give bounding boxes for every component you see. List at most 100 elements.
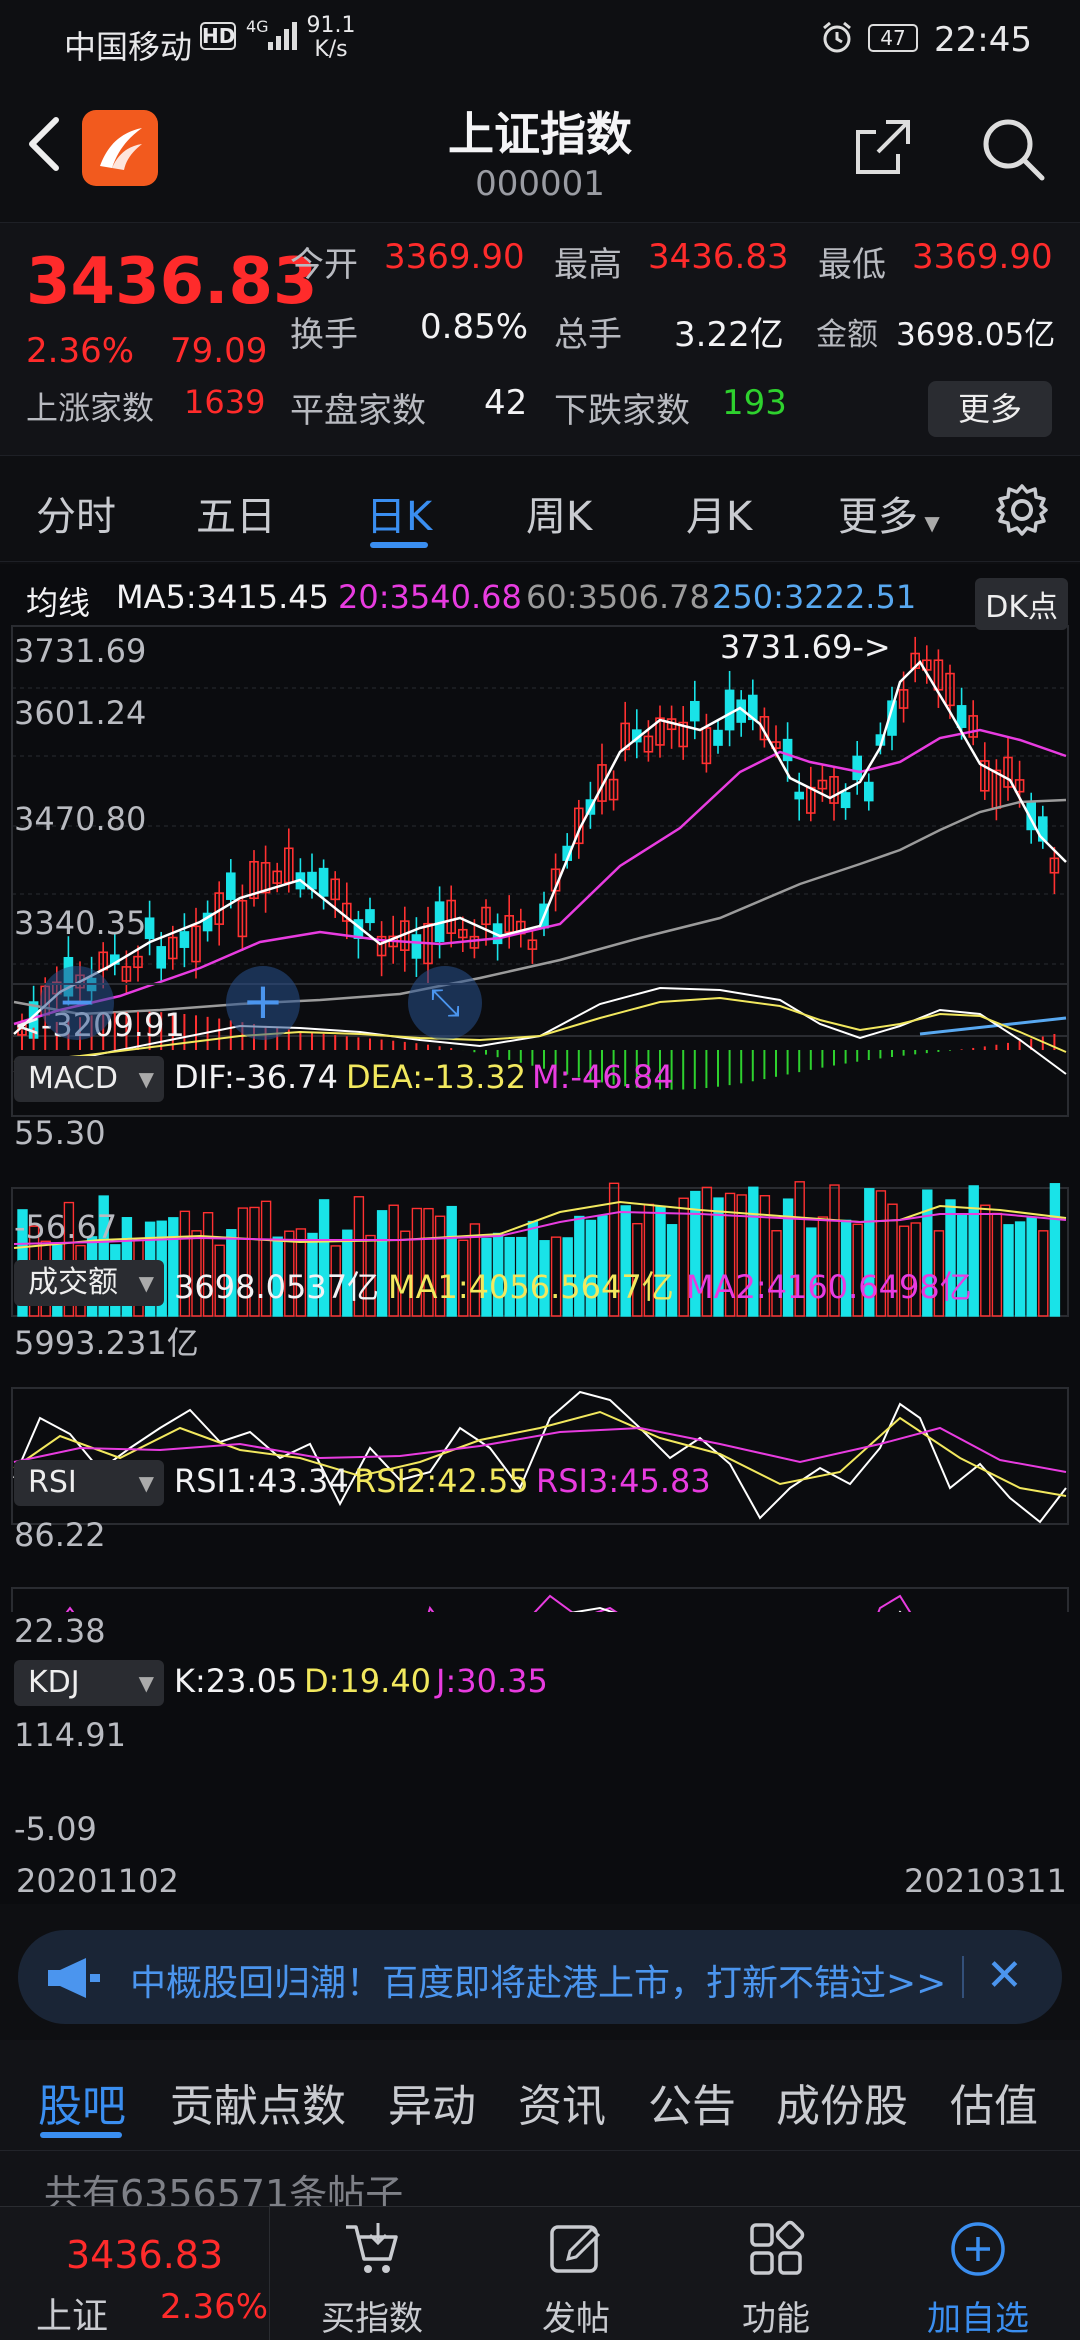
tab-contribution[interactable]: 贡献点数 <box>170 2070 346 2134</box>
zoom-out-button[interactable]: − <box>40 966 114 1040</box>
ma250-value: 250:3222.51 <box>712 578 917 616</box>
buy-index-label: 买指数 <box>321 2299 423 2339</box>
rise-value: 1639 <box>184 383 266 421</box>
open-label: 今开 <box>290 245 358 285</box>
macd-frame <box>11 983 1069 1117</box>
ma20-line <box>13 728 1067 1026</box>
macd-selector[interactable]: MACD ▼ <box>14 1056 164 1102</box>
candle-body <box>365 909 375 924</box>
candle-body <box>318 867 329 897</box>
grid-icon <box>750 2220 805 2275</box>
functions-button[interactable]: 功能 <box>676 2207 876 2340</box>
section-tabs: 股吧 贡献点数 异动 资讯 公告 成份股 估值 <box>0 2040 1080 2150</box>
candle-body <box>411 934 422 959</box>
active-tab-indicator <box>370 542 428 548</box>
chevron-down-icon: ▼ <box>138 1471 154 1495</box>
candle-body <box>840 792 851 809</box>
volume-value: 3.22亿 <box>674 315 784 355</box>
tab-announcements[interactable]: 公告 <box>648 2070 736 2134</box>
high-value: 3436.83 <box>648 237 789 277</box>
tab-daily-k[interactable]: 日K <box>366 484 432 542</box>
chevron-down-icon: ▼ <box>138 1067 154 1091</box>
add-watchlist-button[interactable]: 加自选 <box>878 2207 1078 2340</box>
tab-news[interactable]: 资讯 <box>518 2070 606 2134</box>
change-percent: 2.36% <box>26 331 135 371</box>
post-button[interactable]: 发帖 <box>476 2207 676 2340</box>
candle-body <box>782 738 793 762</box>
rsi-y-top: 86.22 <box>14 1516 106 1554</box>
page-title: 上证指数 <box>448 107 632 161</box>
tab-five-day[interactable]: 五日 <box>196 484 276 542</box>
index-mini-quote[interactable]: 3436.83 上证 2.36% <box>0 2207 270 2340</box>
tab-monthly-k[interactable]: 月K <box>686 484 752 542</box>
kdj-selector[interactable]: KDJ ▼ <box>14 1660 164 1706</box>
rsi1-value: RSI1:43.34 <box>174 1462 349 1500</box>
gear-icon[interactable] <box>994 482 1050 538</box>
max-price-marker: 3731.69-> <box>720 628 891 666</box>
banner-text[interactable]: 中概股回归潮！百度即将赴港上市，打新不错过>> <box>130 1954 946 2006</box>
kline-y-label: 3601.24 <box>14 694 147 732</box>
rsi-selector[interactable]: RSI ▼ <box>14 1460 164 1506</box>
volume-selector[interactable]: 成交额 ▼ <box>14 1260 164 1306</box>
macd-dif: DIF:-36.74 <box>174 1058 338 1096</box>
hd-badge: HD <box>200 22 236 50</box>
rsi2-value: RSI2:42.55 <box>354 1462 529 1500</box>
high-label: 最高 <box>554 245 622 285</box>
tab-valuation[interactable]: 估值 <box>950 2070 1038 2134</box>
more-stats-button[interactable]: 更多 <box>928 381 1052 437</box>
chevron-down-icon: ▼ <box>918 511 940 535</box>
candle-body <box>724 689 735 731</box>
search-icon[interactable] <box>978 114 1048 184</box>
candle-body <box>794 791 805 800</box>
battery-level: 47 <box>868 24 918 52</box>
volume-bar <box>980 1204 991 1317</box>
ma60-value: 60:3506.78 <box>526 578 710 616</box>
share-icon[interactable] <box>850 114 916 180</box>
volume-ma2: MA2:4160.6498亿 <box>686 1268 972 1306</box>
tab-forum[interactable]: 股吧 <box>38 2070 126 2134</box>
macd-y-top: 55.30 <box>14 1114 106 1152</box>
net-speed: 91.1 K/s <box>306 14 356 62</box>
tab-intraday[interactable]: 分时 <box>36 484 116 542</box>
flat-label: 平盘家数 <box>290 391 426 431</box>
candle-body <box>689 700 700 722</box>
ma5-value: MA5:3415.45 <box>116 578 329 616</box>
edit-icon <box>550 2225 601 2273</box>
index-mini-pct: 2.36% <box>160 2287 269 2327</box>
tab-weekly-k[interactable]: 周K <box>526 484 592 542</box>
tab-more[interactable]: 更多 ▼ <box>838 484 940 542</box>
amount-label: 金额 <box>816 317 878 353</box>
alarm-icon <box>823 21 851 53</box>
kdj-j-value: J:30.35 <box>436 1662 548 1700</box>
turnover-value: 0.85% <box>420 307 529 347</box>
flat-value: 42 <box>484 383 528 423</box>
kline-y-label: 3340.35 <box>14 904 147 942</box>
volume-value: 3698.0537亿 <box>174 1268 380 1306</box>
close-icon[interactable]: ✕ <box>986 1950 1023 2001</box>
kline-y-label: 3731.69 <box>14 632 147 670</box>
megaphone-icon <box>48 1958 100 1998</box>
net-speed-value: 91.1 <box>306 13 356 38</box>
post-count-row: 共有6356571条帖子 <box>0 2150 1080 2216</box>
zoom-in-button[interactable]: + <box>226 966 300 1040</box>
candle-body <box>179 931 190 948</box>
fullscreen-button[interactable]: ⤡ <box>408 966 482 1040</box>
low-value: 3369.90 <box>912 237 1053 277</box>
status-bar: 中国移动 HD 4G 91.1 K/s 47 22:45 <box>0 0 1080 80</box>
app-header: 上证指数 000001 <box>0 80 1080 220</box>
volume-label: 总手 <box>554 315 622 355</box>
bottom-bar: 3436.83 上证 2.36% 买指数 发帖 功能 加自选 <box>0 2206 1080 2340</box>
macd-selector-label: MACD <box>28 1061 118 1096</box>
buy-index-button[interactable]: 买指数 <box>272 2207 472 2340</box>
macd-m: M:-46.84 <box>532 1058 674 1096</box>
candle-body <box>226 872 236 900</box>
news-banner[interactable]: 中概股回归潮！百度即将赴港上市，打新不错过>> ✕ <box>18 1930 1062 2024</box>
tab-movement[interactable]: 异动 <box>388 2070 476 2134</box>
signal-icon <box>268 22 297 50</box>
tab-constituents[interactable]: 成份股 <box>776 2070 908 2134</box>
chevron-down-icon: ▼ <box>138 1671 154 1695</box>
period-tabs: 分时 五日 日K 周K 月K 更多 ▼ <box>0 458 1080 562</box>
rsi-frame <box>11 1387 1069 1525</box>
cart-icon <box>346 2223 398 2273</box>
clock: 22:45 <box>934 20 1032 60</box>
